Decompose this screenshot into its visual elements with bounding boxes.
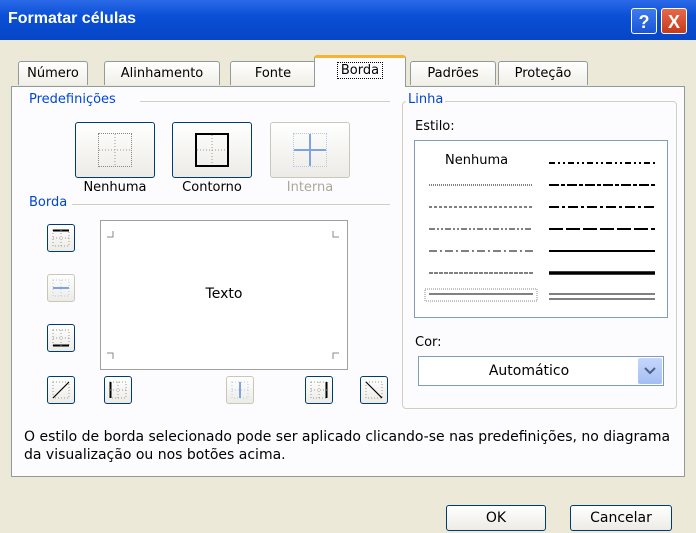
border-inside-vertical-button[interactable] (226, 376, 254, 404)
chevron-down-glyph (644, 367, 656, 375)
preset-none-grid (99, 134, 131, 166)
color-select-value: Automático (488, 363, 570, 379)
tab-fonte[interactable]: Fonte (230, 61, 316, 85)
ok-button[interactable]: OK (446, 505, 546, 531)
predefinicoes-title: Predefinições (27, 92, 118, 107)
border-right-button[interactable] (305, 376, 333, 404)
preset-inside-icon (293, 133, 327, 167)
preset-inside-grid (294, 134, 326, 166)
tab-padroes[interactable]: Padrões (410, 61, 496, 85)
borda-title: Borda (27, 195, 70, 210)
border-top-button[interactable] (47, 224, 75, 252)
chevron-down-icon[interactable] (638, 358, 662, 384)
line-style-samples (424, 162, 655, 302)
tab-borda[interactable]: Borda (314, 55, 406, 87)
border-diagonal-down-button[interactable] (360, 376, 388, 404)
help-description: O estilo de borda selecionado pode ser a… (24, 429, 671, 463)
borda-divider (72, 204, 390, 205)
preset-nenhuma-label: Nenhuma (83, 180, 147, 195)
cor-label: Cor: (415, 335, 442, 350)
border-top-icon (52, 229, 70, 247)
preset-nenhuma-button[interactable] (75, 122, 155, 178)
border-inside-horizontal-icon (52, 279, 70, 297)
border-diagonal-up-button[interactable] (47, 376, 75, 404)
diagonal-down-icon (365, 381, 383, 399)
preset-interna-label: Interna (286, 180, 334, 195)
close-button[interactable]: X (661, 8, 687, 34)
border-inside-vertical-icon (231, 381, 249, 399)
predefinicoes-divider (140, 101, 390, 102)
window-title: Formatar células (8, 10, 137, 27)
tab-alinhamento[interactable]: Alinhamento (104, 61, 220, 85)
preview-text: Texto (205, 286, 243, 302)
preset-contorno-label: Contorno (182, 180, 242, 195)
border-preview[interactable]: Texto (100, 220, 348, 370)
preset-interna-button[interactable] (270, 122, 350, 178)
preset-contorno-button[interactable] (172, 122, 252, 178)
diagonal-up-icon (52, 381, 70, 399)
border-inside-horizontal-button[interactable] (47, 274, 75, 302)
help-button[interactable]: ? (631, 8, 657, 34)
title-bar: Formatar células ? X (0, 0, 696, 40)
color-select[interactable]: Automático (418, 356, 664, 386)
border-right-icon (310, 381, 328, 399)
border-left-icon (109, 381, 127, 399)
tab-protecao[interactable]: Proteção (498, 61, 588, 85)
line-style-list[interactable]: Nenhuma (414, 140, 668, 318)
preset-outline-icon (195, 133, 229, 167)
linha-title: Linha (406, 92, 446, 107)
border-bottom-icon (52, 329, 70, 347)
preset-outline-grid (197, 135, 227, 165)
border-bottom-button[interactable] (47, 324, 75, 352)
cancel-button[interactable]: Cancelar (570, 505, 672, 531)
estilo-label: Estilo: (415, 119, 455, 134)
preset-none-icon (98, 133, 132, 167)
border-left-button[interactable] (104, 376, 132, 404)
tab-borda-label: Borda (336, 62, 384, 79)
tab-numero[interactable]: Número (18, 61, 88, 85)
